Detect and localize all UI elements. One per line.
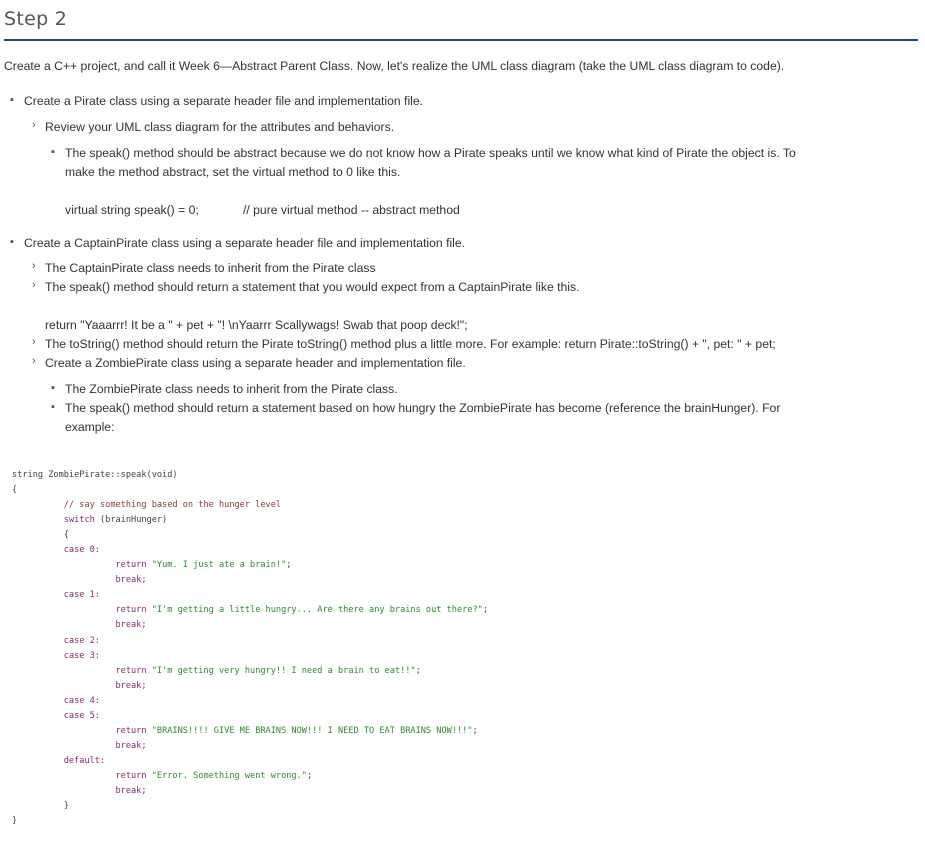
chevron-right-icon: ›	[32, 119, 36, 131]
chevron-right-icon: ›	[32, 279, 36, 291]
title-divider	[4, 39, 918, 41]
code-semicolon: ;	[482, 605, 489, 616]
code-switch-arg: (brainHunger)	[94, 515, 168, 526]
code-default: default:	[63, 755, 106, 766]
virtual-method-code: virtual string speak() = 0;	[65, 203, 199, 217]
bullet-dot-icon: ▪	[10, 94, 14, 106]
step-title: Step 2	[4, 8, 68, 30]
code-case-5: case 5:	[63, 710, 100, 721]
code-case-0: case 0:	[63, 545, 100, 556]
code-switch-keyword: switch	[63, 515, 95, 526]
sub-bullet-zombiepirate: Create a ZombiePirate class using a sepa…	[45, 356, 466, 370]
sub-bullet-speak-captain: The speak() method should return a state…	[45, 280, 580, 294]
code-break: break;	[115, 785, 147, 796]
code-semicolon: ;	[286, 560, 292, 571]
bullet-pirate-class: Create a Pirate class using a separate h…	[24, 94, 424, 108]
code-signature: string ZombiePirate::speak(void)	[12, 470, 178, 480]
code-break: break;	[115, 680, 147, 691]
sub-bullet-inherit-pirate: The CaptainPirate class needs to inherit…	[45, 261, 376, 275]
speak-abstract-text-2: make the method abstract, set the virtua…	[65, 165, 401, 179]
code-comment: // say something based on the hunger lev…	[63, 500, 282, 511]
zombie-speak-code-block: string ZombiePirate::speak(void) { // sa…	[12, 468, 488, 829]
code-case-1: case 1:	[63, 590, 100, 601]
code-return-keyword: return	[115, 665, 147, 676]
code-semicolon: ;	[472, 725, 478, 736]
code-case-3: case 3:	[63, 650, 100, 661]
code-string-default: "Error. Something went wrong."	[151, 770, 307, 781]
code-return-keyword: return	[115, 770, 147, 781]
bullet-dot-icon: ▪	[51, 382, 55, 394]
code-open-brace: {	[12, 485, 18, 496]
bullet-dot-icon: ▪	[51, 146, 55, 158]
code-string-3: "I'm getting very hungry!! I need a brai…	[151, 665, 416, 676]
zombie-inherit-text: The ZombiePirate class needs to inherit …	[65, 382, 398, 396]
code-case-2: case 2:	[63, 635, 100, 646]
bullet-dot-icon: ▪	[51, 401, 55, 413]
code-return-keyword: return	[115, 560, 147, 571]
chevron-right-icon: ›	[32, 260, 36, 272]
captain-return-statement: return "Yaaarrr! It be a " + pet + "! \n…	[45, 318, 468, 332]
chevron-right-icon: ›	[32, 355, 36, 367]
bullet-captainpirate-class: Create a CaptainPirate class using a sep…	[24, 236, 466, 250]
code-switch-close-brace: }	[63, 801, 69, 812]
intro-text: Create a C++ project, and call it Week 6…	[4, 59, 785, 73]
zombie-speak-text-1: The speak() method should return a state…	[65, 401, 781, 415]
virtual-method-comment: // pure virtual method -- abstract metho…	[243, 203, 460, 217]
code-string-5: "BRAINS!!!! GIVE ME BRAINS NOW!!! I NEED…	[151, 725, 473, 736]
code-break: break;	[115, 740, 147, 751]
code-case-4: case 4:	[63, 695, 100, 706]
code-return-keyword: return	[115, 725, 147, 736]
zombie-speak-text-2: example:	[65, 420, 115, 434]
code-string-0: "Yum. I just ate a brain!"	[151, 560, 287, 571]
code-switch-open-brace: {	[63, 530, 69, 541]
code-string-1: "I'm getting a little hungry... Are ther…	[151, 605, 483, 616]
sub-bullet-tostring: The toString() method should return the …	[45, 337, 776, 351]
code-break: break;	[115, 620, 147, 631]
code-close-brace: }	[12, 816, 18, 827]
bullet-dot-icon: ▪	[10, 236, 14, 248]
code-semicolon: ;	[306, 770, 313, 781]
chevron-right-icon: ›	[32, 336, 36, 348]
speak-abstract-text-1: The speak() method should be abstract be…	[65, 146, 796, 160]
code-semicolon: ;	[415, 665, 421, 676]
sub-bullet-review-uml: Review your UML class diagram for the at…	[45, 120, 395, 134]
code-return-keyword: return	[115, 605, 147, 616]
code-break: break;	[115, 575, 147, 586]
